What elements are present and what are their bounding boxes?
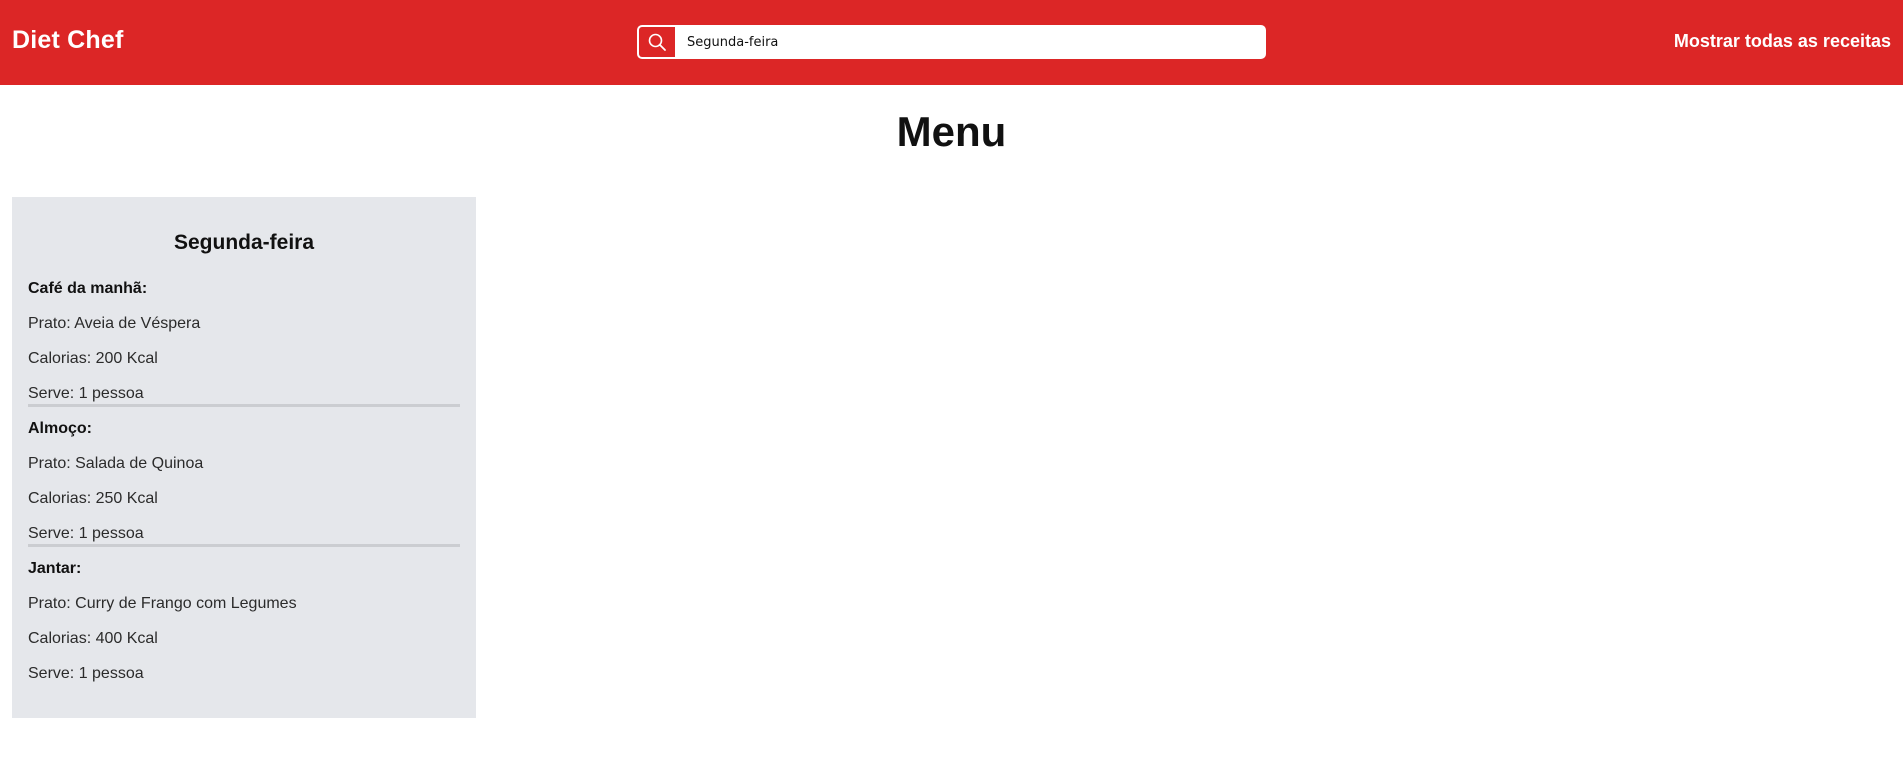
brand-logo[interactable]: Diet Chef bbox=[12, 26, 124, 55]
page-title: Menu bbox=[896, 108, 1007, 155]
meal-label: Café da manhã: bbox=[28, 280, 148, 297]
meal-divider bbox=[28, 544, 460, 547]
meal-serves: Serve: 1 pessoa bbox=[28, 525, 144, 542]
top-header: Diet Chef Mostrar todas as receitas bbox=[0, 0, 1903, 85]
search-button[interactable] bbox=[639, 27, 675, 57]
meal-label: Almoço: bbox=[28, 420, 92, 437]
meal-lunch: Almoço: Prato: Salada de Quinoa Calorias… bbox=[28, 419, 460, 559]
meal-calories: Calorias: 400 Kcal bbox=[28, 630, 158, 647]
day-title: Segunda-feira bbox=[173, 231, 315, 254]
meal-calories: Calorias: 250 Kcal bbox=[28, 490, 158, 507]
search-icon bbox=[648, 33, 666, 51]
day-card: Segunda-feira Café da manhã: Prato: Avei… bbox=[12, 197, 476, 718]
meal-serves: Serve: 1 pessoa bbox=[28, 385, 144, 402]
meal-dish: Prato: Salada de Quinoa bbox=[28, 455, 204, 472]
meal-breakfast: Café da manhã: Prato: Aveia de Véspera C… bbox=[28, 279, 460, 419]
meal-dish: Prato: Aveia de Véspera bbox=[28, 315, 201, 332]
meal-divider bbox=[28, 404, 460, 407]
search-bar bbox=[637, 25, 1266, 59]
meal-dish: Prato: Curry de Frango com Legumes bbox=[28, 595, 297, 612]
meal-calories: Calorias: 200 Kcal bbox=[28, 350, 158, 367]
meal-dinner: Jantar: Prato: Curry de Frango com Legum… bbox=[28, 559, 460, 699]
show-all-recipes-link[interactable]: Mostrar todas as receitas bbox=[1674, 31, 1891, 52]
meal-serves: Serve: 1 pessoa bbox=[28, 665, 144, 682]
meal-label: Jantar: bbox=[28, 560, 82, 577]
search-input[interactable] bbox=[681, 29, 1251, 55]
